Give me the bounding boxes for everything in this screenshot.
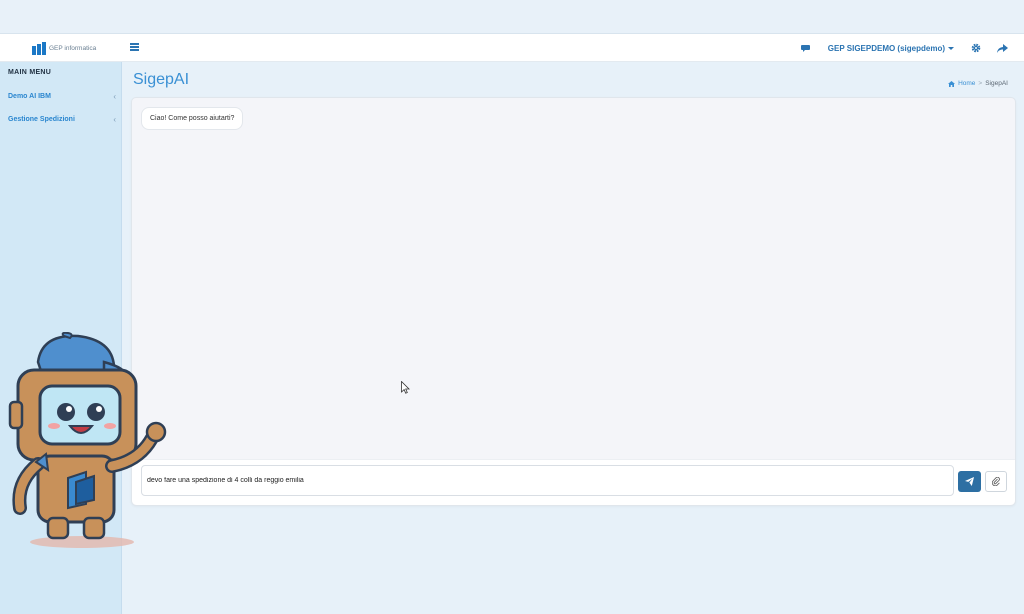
paperclip-icon: [992, 477, 1000, 486]
breadcrumb-home[interactable]: Home: [958, 80, 975, 87]
chat-input-row: [132, 459, 1015, 505]
logo-text-light: informatica: [62, 45, 97, 52]
sidebar-item-gestione-spedizioni[interactable]: Gestione Spedizioni ‹: [8, 113, 116, 125]
chat-icon[interactable]: [798, 40, 814, 56]
caret-down-icon: [948, 46, 954, 50]
top-strip: [0, 0, 1024, 34]
bot-message: Ciao! Come posso aiutarti?: [141, 107, 244, 130]
sidebar-item-demo-ai-ibm[interactable]: Demo AI IBM ‹: [8, 90, 116, 102]
chat-input[interactable]: [141, 465, 954, 496]
user-menu-dropdown[interactable]: GEP SIGEPDEMO (sigepdemo): [828, 44, 954, 53]
user-label: GEP SIGEPDEMO (sigepdemo): [827, 43, 945, 53]
chevron-left-icon: ‹: [113, 114, 116, 124]
logo-text-bold: GEP: [49, 45, 63, 52]
page-title: SigepAI: [133, 71, 190, 88]
sidebar-header: MAIN MENU: [8, 69, 52, 76]
mouse-cursor-icon: [401, 381, 410, 394]
mascot-robot-image: [8, 332, 167, 548]
gear-icon[interactable]: [968, 40, 984, 56]
chat-panel: Ciao! Come posso aiutarti?: [131, 97, 1016, 506]
send-button[interactable]: [958, 471, 981, 492]
paper-plane-icon: [965, 477, 974, 486]
breadcrumb: Home > SigepAI: [948, 80, 1008, 87]
home-icon: [948, 80, 956, 87]
logo-mark-icon: [32, 42, 47, 55]
share-icon[interactable]: [994, 40, 1010, 56]
attach-button[interactable]: [985, 471, 1007, 492]
breadcrumb-current: SigepAI: [985, 80, 1008, 87]
chevron-left-icon: ‹: [113, 91, 116, 101]
sidebar-item-label: Demo AI IBM: [8, 92, 51, 100]
logo-text: GEP informatica: [49, 45, 96, 52]
sidebar-item-label: Gestione Spedizioni: [8, 115, 75, 123]
top-navbar: GEP informatica GEP SIGEPDEMO (sigepdemo…: [0, 34, 1024, 62]
breadcrumb-separator: >: [978, 80, 983, 87]
hamburger-icon[interactable]: [130, 43, 139, 51]
brand-logo[interactable]: GEP informatica: [32, 41, 96, 56]
